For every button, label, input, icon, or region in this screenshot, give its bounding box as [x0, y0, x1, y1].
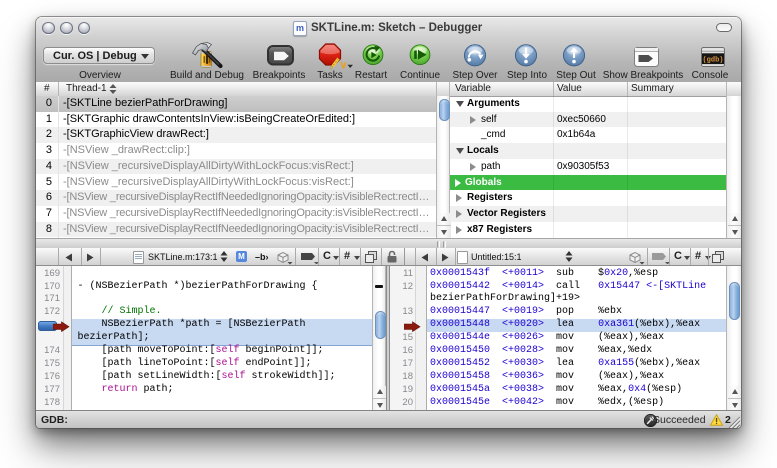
svg-text:(gdb): (gdb)	[702, 57, 723, 65]
